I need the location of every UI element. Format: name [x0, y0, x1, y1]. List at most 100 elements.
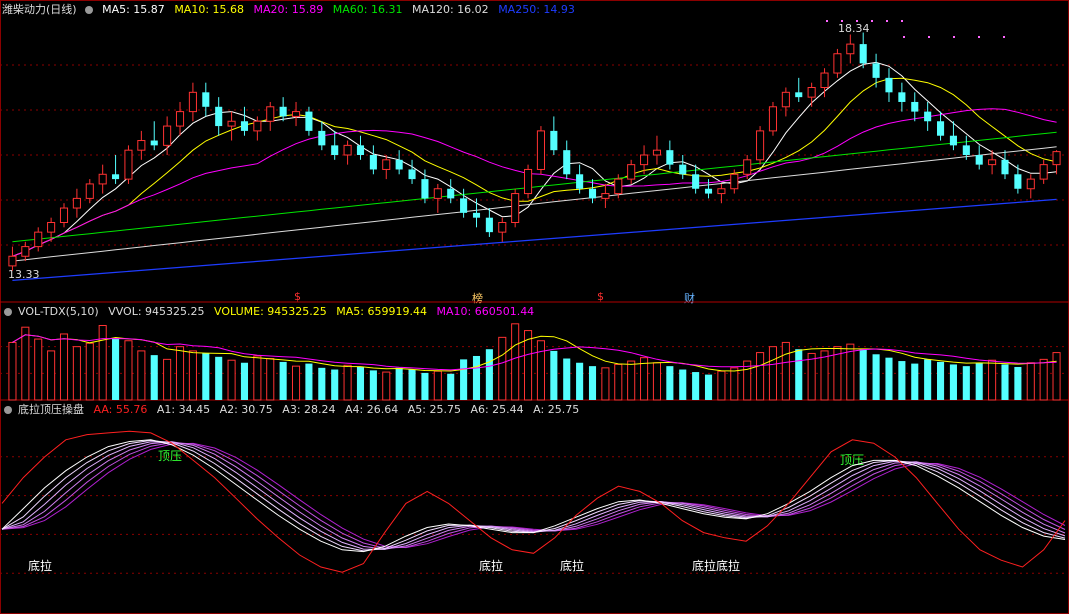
candle-body-up	[34, 231, 43, 248]
volume-bar-down	[305, 363, 313, 400]
candle-body-up	[137, 140, 146, 151]
candle-body-up	[47, 222, 56, 233]
candle-body-up	[188, 91, 197, 113]
signal-dot	[871, 20, 873, 22]
candle-body-down	[460, 198, 468, 213]
volume-bar-up	[34, 338, 43, 401]
volume-bar-up	[511, 323, 520, 401]
volume-bar-up	[601, 367, 610, 401]
volume-bar-down	[924, 359, 932, 400]
candle-body-up	[382, 159, 391, 170]
ma10-line	[12, 77, 1057, 257]
volume-bar-down	[421, 372, 429, 400]
candle-body-down	[112, 174, 120, 180]
candle-body-up	[1052, 151, 1061, 166]
candle-body-down	[898, 92, 906, 102]
candle-body-down	[692, 174, 700, 189]
signal-dot	[978, 36, 980, 38]
candle-body-up	[717, 188, 726, 195]
volume-bar-down	[679, 369, 687, 400]
candle-body-up	[756, 130, 765, 161]
candle-body-up	[98, 173, 107, 185]
signal-dot	[953, 36, 955, 38]
volume-bar-up	[433, 370, 442, 401]
candle-body-up	[511, 193, 520, 223]
volume-bar-down	[150, 355, 158, 400]
candle-body-up	[343, 144, 352, 156]
ma5-line	[12, 61, 1057, 257]
frame-border	[0, 0, 1069, 614]
volume-bar-down	[872, 354, 880, 400]
candle-body-down	[576, 174, 584, 189]
candle-body-up	[1026, 178, 1035, 190]
signal-dot	[928, 36, 930, 38]
candle-body-up	[524, 168, 533, 195]
candle-body-down	[215, 106, 223, 127]
candle-body-up	[640, 154, 649, 166]
candle-body-down	[305, 111, 313, 131]
candle-body-down	[369, 155, 377, 170]
candle-body-down	[331, 145, 339, 155]
volume-bar-up	[291, 365, 301, 401]
signal-dot	[841, 20, 843, 22]
candle-body-down	[924, 111, 932, 122]
indicator-aa-line	[1, 430, 1066, 573]
candle-body-up	[601, 193, 610, 199]
volume-bar-down	[692, 372, 700, 400]
candle-body-down	[795, 92, 803, 98]
volume-bar-down	[408, 369, 416, 400]
volume-bar-up	[85, 342, 94, 401]
candle-body-down	[485, 217, 493, 233]
volume-bar-up	[1026, 362, 1035, 401]
candle-body-down	[408, 169, 416, 180]
volume-bar-down	[704, 374, 713, 400]
indicator-smooth-line	[1, 439, 1066, 553]
candle-body-up	[227, 120, 236, 127]
volume-bar-up	[1039, 358, 1048, 401]
volume-bar-up	[8, 341, 17, 401]
volume-bar-up	[47, 350, 56, 401]
candle-body-down	[356, 145, 365, 155]
indicator-smooth-line	[1, 441, 1066, 550]
volume-bar-down	[202, 353, 210, 400]
candle-body-up	[652, 149, 662, 156]
signal-dot	[856, 20, 858, 22]
volume-bar-up	[188, 350, 197, 401]
volume-bar-up	[717, 370, 726, 401]
volume-bar-up	[98, 325, 107, 401]
candle-body-down	[202, 92, 210, 107]
volume-bar-up	[768, 346, 778, 401]
candle-body-up	[266, 106, 275, 122]
candle-body-up	[627, 164, 636, 180]
volume-bar-up	[72, 346, 81, 401]
candle-body-up	[781, 91, 790, 108]
candle-body-up	[59, 207, 69, 224]
volume-bar-up	[614, 363, 623, 401]
candle-body-down	[588, 188, 597, 199]
stock-chart[interactable]	[0, 0, 1069, 614]
volume-bar-down	[369, 370, 377, 400]
volume-bar-down	[1014, 366, 1022, 400]
ma250-line	[12, 198, 1057, 281]
ma60-line	[12, 131, 1057, 243]
volume-bar-up	[227, 359, 236, 401]
volume-bar-down	[550, 350, 558, 400]
candle-body-down	[975, 155, 983, 165]
ma120-line	[12, 146, 1057, 262]
candle-body-down	[150, 140, 158, 146]
volume-bar-down	[447, 373, 455, 400]
candle-body-up	[743, 159, 752, 175]
volume-bar-up	[21, 326, 30, 401]
volume-bar-down	[666, 366, 674, 400]
candle-body-up	[807, 87, 816, 98]
candle-body-up	[291, 111, 301, 117]
candle-body-down	[911, 101, 919, 112]
volume-bar-up	[756, 352, 765, 401]
volume-bar-down	[588, 366, 597, 400]
candle-body-down	[885, 77, 893, 93]
candle-body-up	[833, 53, 842, 74]
volume-bar-down	[795, 349, 803, 400]
candle-body-down	[240, 121, 249, 131]
candle-body-down	[472, 212, 481, 218]
candle-body-up	[72, 197, 81, 209]
